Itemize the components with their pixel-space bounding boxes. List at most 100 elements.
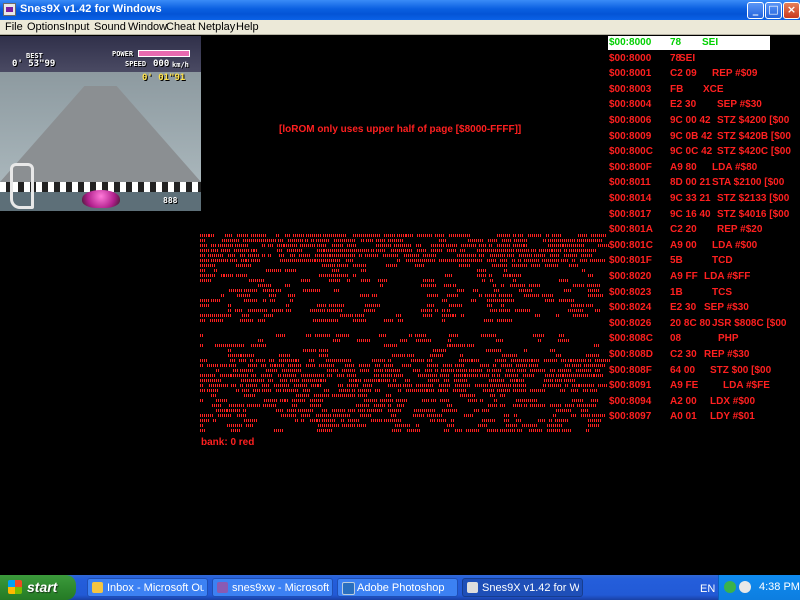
memory-access-mark — [500, 394, 505, 397]
memory-access-mark — [364, 379, 379, 382]
memory-access-mark — [581, 414, 591, 417]
memory-access-mark — [322, 419, 336, 422]
memory-access-mark — [334, 254, 350, 257]
memory-access-mark — [511, 359, 518, 362]
memory-access-mark — [200, 334, 204, 337]
memory-access-mark — [244, 419, 258, 422]
memory-access-mark — [549, 419, 552, 422]
menu-window[interactable]: Window — [128, 21, 167, 33]
tray-network-icon[interactable] — [724, 581, 736, 593]
memory-access-mark — [293, 234, 305, 237]
disassembly-address: $00:8001 — [609, 68, 652, 80]
taskbar-item-outlook[interactable]: Inbox - Microsoft Out... — [87, 578, 208, 597]
memory-access-mark — [497, 234, 510, 237]
menu-netplay[interactable]: Netplay — [198, 21, 235, 33]
minimize-button[interactable]: _ — [747, 2, 764, 19]
memory-access-mark — [274, 384, 286, 387]
menu-sound[interactable]: Sound — [94, 21, 126, 33]
close-button[interactable]: × — [783, 2, 800, 19]
memory-access-mark — [524, 244, 528, 247]
windows-logo-icon — [8, 580, 22, 594]
memory-access-mark — [517, 369, 527, 372]
memory-access-mark — [485, 294, 496, 297]
memory-access-mark — [479, 254, 485, 257]
memory-access-mark — [218, 414, 232, 417]
memory-access-mark — [347, 244, 356, 247]
memory-access-mark — [442, 409, 458, 412]
disassembly-address: $00:808D — [609, 349, 653, 360]
memory-access-mark — [283, 374, 297, 377]
memory-access-mark — [488, 239, 497, 242]
taskbar-item-visual-studio[interactable]: snes9xw - Microsoft ... — [212, 578, 333, 597]
memory-access-mark — [590, 259, 605, 262]
memory-access-mark — [504, 384, 512, 387]
taskbar-item-snes9x[interactable]: Snes9X v1.42 for Win... — [462, 578, 583, 597]
memory-access-mark — [229, 289, 243, 292]
memory-access-mark — [262, 389, 271, 392]
memory-access-mark — [413, 414, 425, 417]
memory-access-mark — [285, 234, 290, 237]
memory-access-mark — [209, 384, 214, 387]
menu-file[interactable]: File — [5, 21, 23, 33]
memory-access-mark — [569, 264, 578, 267]
memory-access-mark — [465, 374, 479, 377]
memory-access-mark — [243, 409, 247, 412]
close-icon: × — [786, 3, 797, 16]
disassembly-line-selected[interactable]: $00:8000 78 SEI — [608, 36, 770, 50]
bank-label: bank: 0 red — [201, 437, 255, 448]
memory-access-mark — [239, 359, 247, 362]
taskbar-item-photoshop[interactable]: Adobe Photoshop — [337, 578, 458, 597]
tray-volume-icon[interactable] — [739, 581, 751, 593]
memory-access-mark — [571, 414, 577, 417]
memory-access-mark — [244, 299, 258, 302]
memory-access-mark — [211, 299, 220, 302]
clock[interactable]: 4:38 PM — [759, 581, 800, 593]
memory-access-mark — [482, 279, 486, 282]
memory-access-mark — [533, 334, 544, 337]
memory-access-mark — [326, 359, 333, 362]
disassembly-instruction: PHP — [718, 333, 739, 345]
memory-access-mark — [250, 359, 254, 362]
disassembly-bytes: A9 80 — [670, 161, 697, 173]
memory-access-mark — [212, 404, 222, 407]
snes9x-app-icon[interactable] — [3, 3, 16, 16]
memory-access-mark — [397, 259, 401, 262]
disassembly-bytes: 78 — [670, 37, 682, 48]
start-button[interactable]: start — [0, 575, 76, 600]
memory-access-mark — [478, 424, 487, 427]
memory-access-mark — [447, 404, 452, 407]
memory-access-mark — [363, 384, 372, 387]
memory-access-mark — [428, 379, 440, 382]
memory-access-mark — [531, 264, 540, 267]
memory-access-mark — [543, 239, 546, 242]
maximize-button[interactable]: □ — [765, 2, 782, 19]
memory-access-mark — [499, 309, 511, 312]
memory-access-mark — [315, 374, 324, 377]
disassembly-instruction: LDA #$FF — [704, 271, 751, 282]
menu-help[interactable]: Help — [236, 21, 259, 33]
memory-access-mark — [565, 404, 575, 407]
memory-access-mark — [562, 429, 572, 432]
language-indicator[interactable]: EN — [700, 583, 715, 595]
memory-access-mark — [423, 314, 432, 317]
memory-access-mark — [487, 249, 500, 252]
menu-options[interactable]: Options — [27, 21, 65, 33]
memory-access-mark — [345, 414, 351, 417]
menu-input[interactable]: Input — [65, 21, 89, 33]
memory-access-mark — [266, 369, 277, 372]
memory-access-mark — [435, 369, 438, 372]
memory-access-mark — [440, 374, 450, 377]
memory-access-mark — [583, 389, 589, 392]
menu-cheat[interactable]: Cheat — [166, 21, 195, 33]
memory-access-mark — [442, 314, 453, 317]
memory-access-mark — [262, 244, 266, 247]
memory-access-mark — [590, 389, 598, 392]
memory-access-mark — [211, 249, 218, 252]
memory-access-mark — [318, 424, 331, 427]
task-label: Inbox - Microsoft Out... — [107, 582, 204, 594]
memory-access-mark — [545, 374, 554, 377]
window-title-bar[interactable]: Snes9X v1.42 for Windows _ □ × — [0, 0, 800, 20]
disassembly-bytes: C2 30 — [670, 349, 697, 360]
disassembly-instruction: STA $2100 [$00 — [712, 177, 785, 189]
memory-access-mark — [276, 389, 281, 392]
